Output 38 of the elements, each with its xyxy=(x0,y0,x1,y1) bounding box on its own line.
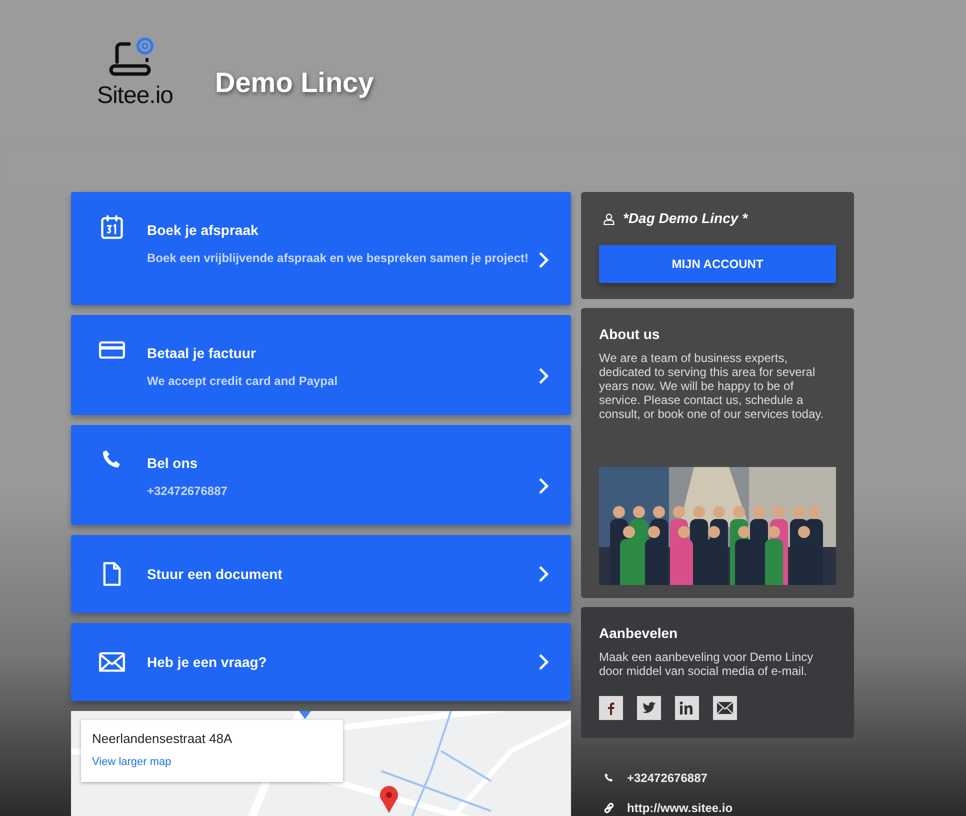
map-address: Neerlandensestraat 48A xyxy=(92,730,234,748)
chevron-right-icon xyxy=(537,366,551,386)
linkedin-icon[interactable] xyxy=(675,696,699,720)
action-subtitle: We accept credit card and Paypal xyxy=(147,374,339,388)
account-button[interactable]: MIJN ACCOUNT xyxy=(599,245,836,283)
action-button[interactable]: Heb je een vraag? xyxy=(71,623,571,701)
action-title: Boek je afspraak xyxy=(147,221,260,240)
phone-number: +32472676887 xyxy=(627,770,708,787)
action-subtitle: +32472676887 xyxy=(147,484,228,498)
action-subtitle: Boek een vrijblijvende afspraak en we bespreken samen je project! xyxy=(147,251,530,265)
action-title: Bel ons xyxy=(147,454,199,473)
chevron-right-icon xyxy=(537,564,551,584)
chevron-right-icon xyxy=(537,652,551,672)
action-title: Heb je een vraag? xyxy=(147,652,268,672)
phone-icon xyxy=(603,772,615,784)
chevron-right-icon xyxy=(537,476,551,496)
action-button[interactable]: Betaal je factuur We accept credit card and Paypal xyxy=(71,315,571,415)
recommend-text: Maak een aanbeveling voor Demo Lincy door middel van social media of e-mail. xyxy=(599,650,814,678)
action-button[interactable]: Bel ons +32472676887 xyxy=(71,425,571,525)
user-icon xyxy=(603,212,615,224)
logo-text: Sitee.io xyxy=(96,84,174,108)
action-title: Betaal je factuur xyxy=(147,344,257,363)
facebook-icon[interactable] xyxy=(599,696,623,720)
bird-icon[interactable] xyxy=(637,696,661,720)
link-icon xyxy=(603,802,615,814)
calendar-icon xyxy=(99,214,125,240)
recommend-title: Aanbevelen xyxy=(599,624,679,643)
map-link[interactable]: View larger map xyxy=(92,756,172,768)
chevron-right-icon xyxy=(537,250,551,270)
action-title: Stuur een document xyxy=(147,564,284,584)
site-title: Demo Lincy xyxy=(215,66,374,100)
action-button[interactable]: Boek je afspraak Boek een vrijblijvende afspraak en we bespreken samen je project! xyxy=(71,192,571,305)
website-link[interactable]: http://www.sitee.io xyxy=(627,799,733,816)
about-text: We are a team of business experts, dedicated to serving this area for several years now. We will be happy to be of service. Please contact us, schedule a consult, or book one of our services today. xyxy=(599,351,825,421)
greeting-text: *Dag Demo Lincy * xyxy=(623,209,748,228)
mail-icon[interactable] xyxy=(713,696,737,720)
action-button[interactable]: Stuur een document xyxy=(71,535,571,613)
about-title: About us xyxy=(599,325,661,344)
